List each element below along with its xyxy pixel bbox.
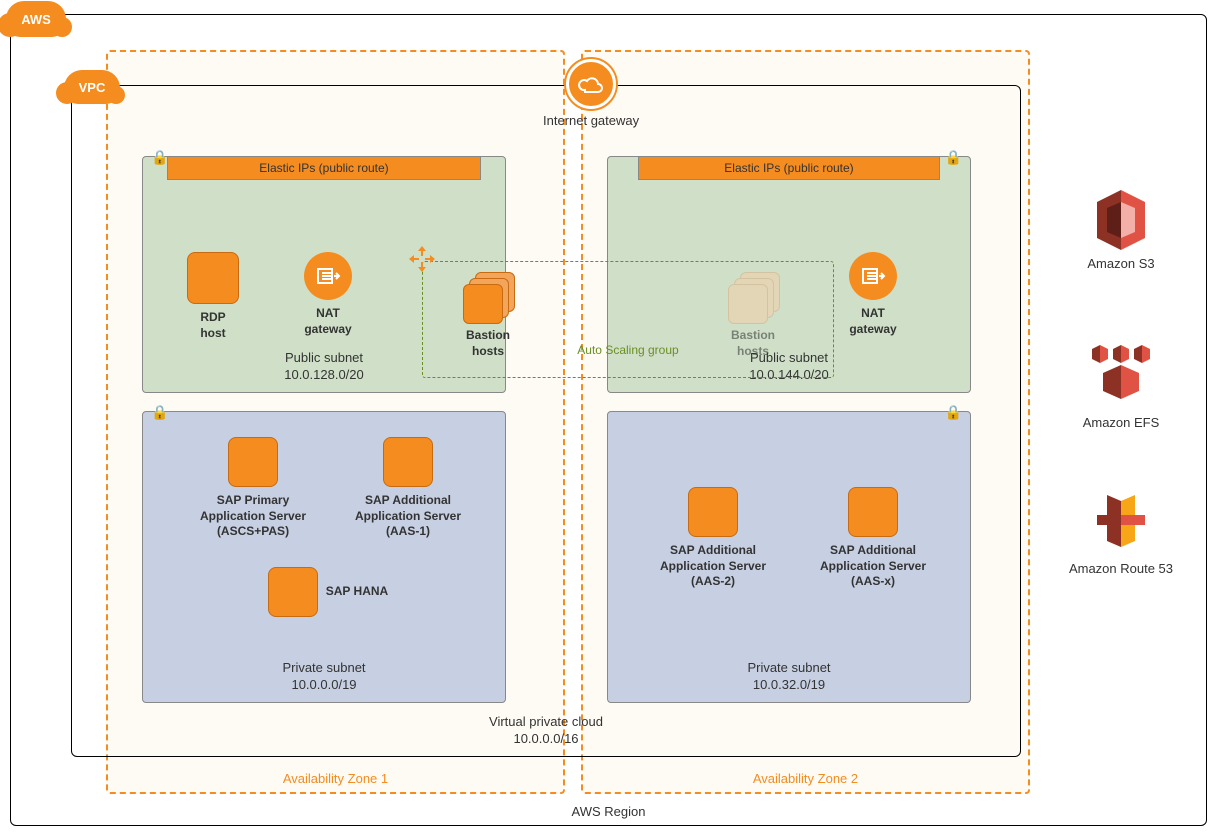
amazon-efs-label: Amazon EFS — [1051, 415, 1191, 430]
aws-region-label: AWS Region — [11, 804, 1206, 819]
instance-icon — [848, 487, 898, 537]
lock-icon: 🔒 — [151, 149, 168, 166]
instance-icon — [688, 487, 738, 537]
sap-aas-1-label: SAP AdditionalApplication Server(AAS-1) — [338, 493, 478, 540]
internet-gateway-label: Internet gateway — [543, 113, 639, 128]
instances-stack-icon — [728, 272, 778, 322]
efs-icon — [1086, 345, 1156, 409]
lock-icon: 🔒 — [945, 149, 962, 166]
amazon-route-53-label: Amazon Route 53 — [1051, 561, 1191, 576]
lock-icon: 🔒 — [945, 404, 962, 421]
aws-region-box: AWS Availability Zone 1 Availability Zon… — [10, 14, 1207, 826]
az2-label: Availability Zone 2 — [583, 771, 1028, 786]
nat-gateway-1: NATgateway — [273, 252, 383, 337]
amazon-efs: Amazon EFS — [1051, 345, 1191, 430]
rdp-host-label: RDPhost — [158, 310, 268, 341]
private-subnet-1: 🔒 SAP PrimaryApplication Server(ASCS+PAS… — [142, 411, 506, 703]
az1-label: Availability Zone 1 — [108, 771, 563, 786]
sap-aas-x: SAP AdditionalApplication Server(AAS-x) — [803, 487, 943, 590]
sap-pas: SAP PrimaryApplication Server(ASCS+PAS) — [183, 437, 323, 540]
subnet-header: Elastic IPs (public route) — [638, 157, 940, 180]
vpc-badge: VPC — [64, 70, 120, 104]
nat-gateway-2: NATgateway — [818, 252, 928, 337]
amazon-s3: Amazon S3 — [1051, 190, 1191, 271]
nat-icon — [304, 252, 352, 300]
instance-icon — [187, 252, 239, 304]
auto-scaling-group: Bastionhosts Bastionhosts Auto Scaling g… — [422, 261, 834, 378]
vpc-footer: Virtual private cloud10.0.0.0/16 — [72, 714, 1020, 748]
sap-hana-label: SAP HANA — [326, 584, 388, 598]
cloud-icon — [566, 59, 616, 109]
instance-icon — [383, 437, 433, 487]
s3-icon — [1093, 190, 1149, 250]
rdp-host: RDPhost — [158, 252, 268, 341]
sap-aas-x-label: SAP AdditionalApplication Server(AAS-x) — [803, 543, 943, 590]
amazon-s3-label: Amazon S3 — [1051, 256, 1191, 271]
internet-gateway: Internet gateway — [543, 59, 639, 128]
subnet-header: Elastic IPs (public route) — [167, 157, 481, 180]
private-subnet-2: 🔒 SAP AdditionalApplication Server(AAS-2… — [607, 411, 971, 703]
sap-aas-1: SAP AdditionalApplication Server(AAS-1) — [338, 437, 478, 540]
nat-gateway-2-label: NATgateway — [818, 306, 928, 337]
lock-icon: 🔒 — [151, 404, 168, 421]
aws-cloud-badge: AWS — [6, 1, 66, 37]
route53-icon — [1097, 495, 1145, 555]
sap-hana: SAP HANA — [258, 567, 398, 617]
instance-icon — [268, 567, 318, 617]
vpc-box: VPC 🔒 Elastic IPs (public route) RDPhost… — [71, 85, 1021, 757]
private-subnet-1-footer: Private subnet10.0.0.0/19 — [143, 660, 505, 694]
amazon-route-53: Amazon Route 53 — [1051, 495, 1191, 576]
instances-stack-icon — [463, 272, 513, 322]
sap-aas-2-label: SAP AdditionalApplication Server(AAS-2) — [643, 543, 783, 590]
private-subnet-2-footer: Private subnet10.0.32.0/19 — [608, 660, 970, 694]
nat-gateway-1-label: NATgateway — [273, 306, 383, 337]
sap-aas-2: SAP AdditionalApplication Server(AAS-2) — [643, 487, 783, 590]
sap-pas-label: SAP PrimaryApplication Server(ASCS+PAS) — [183, 493, 323, 540]
instance-icon — [228, 437, 278, 487]
auto-scaling-group-label: Auto Scaling group — [423, 343, 833, 357]
scale-arrows-icon — [409, 246, 435, 272]
nat-icon — [849, 252, 897, 300]
